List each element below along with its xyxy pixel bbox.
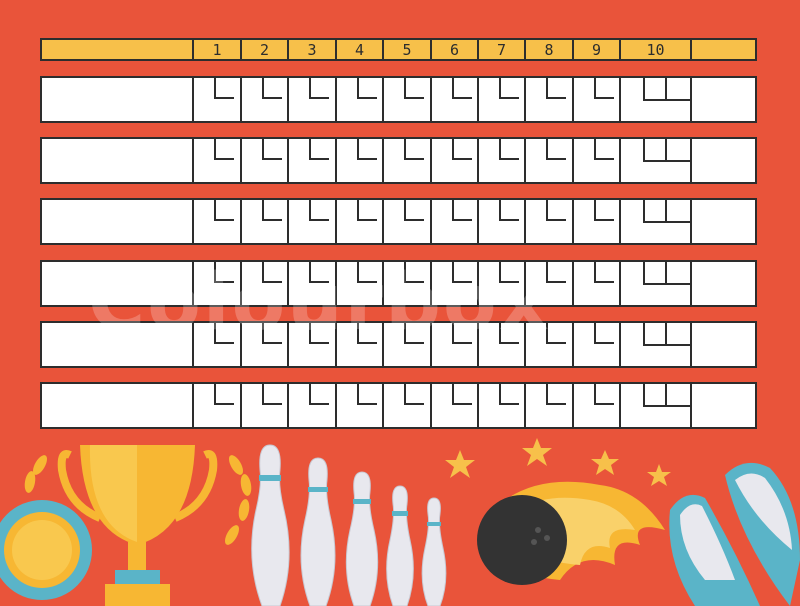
frame-header: 1 2 3 4 5 6 7 8 9 10: [40, 38, 757, 61]
decoration: [0, 438, 800, 606]
frame-number-10: 10: [619, 40, 690, 59]
star-icon: [445, 438, 671, 486]
score-row[interactable]: [40, 137, 757, 184]
frame-number-4: 4: [335, 40, 382, 59]
score-row[interactable]: [40, 76, 757, 123]
frame-number-1: 1: [192, 40, 240, 59]
score-row[interactable]: [40, 382, 757, 429]
frame-number-6: 6: [430, 40, 477, 59]
frame-number-7: 7: [477, 40, 524, 59]
flaming-ball-icon: [477, 481, 665, 585]
total-header-cell: [690, 40, 755, 59]
frame-number-9: 9: [572, 40, 619, 59]
medal-icon: [0, 500, 92, 600]
score-row[interactable]: [40, 321, 757, 368]
bowling-shoe-icon: [669, 462, 800, 606]
frame-number-8: 8: [524, 40, 572, 59]
score-row[interactable]: [40, 198, 757, 245]
score-row[interactable]: [40, 260, 757, 307]
frame-number-3: 3: [287, 40, 335, 59]
frame-number-5: 5: [382, 40, 430, 59]
frame-number-2: 2: [240, 40, 287, 59]
bowling-pin-icon: [251, 444, 447, 606]
